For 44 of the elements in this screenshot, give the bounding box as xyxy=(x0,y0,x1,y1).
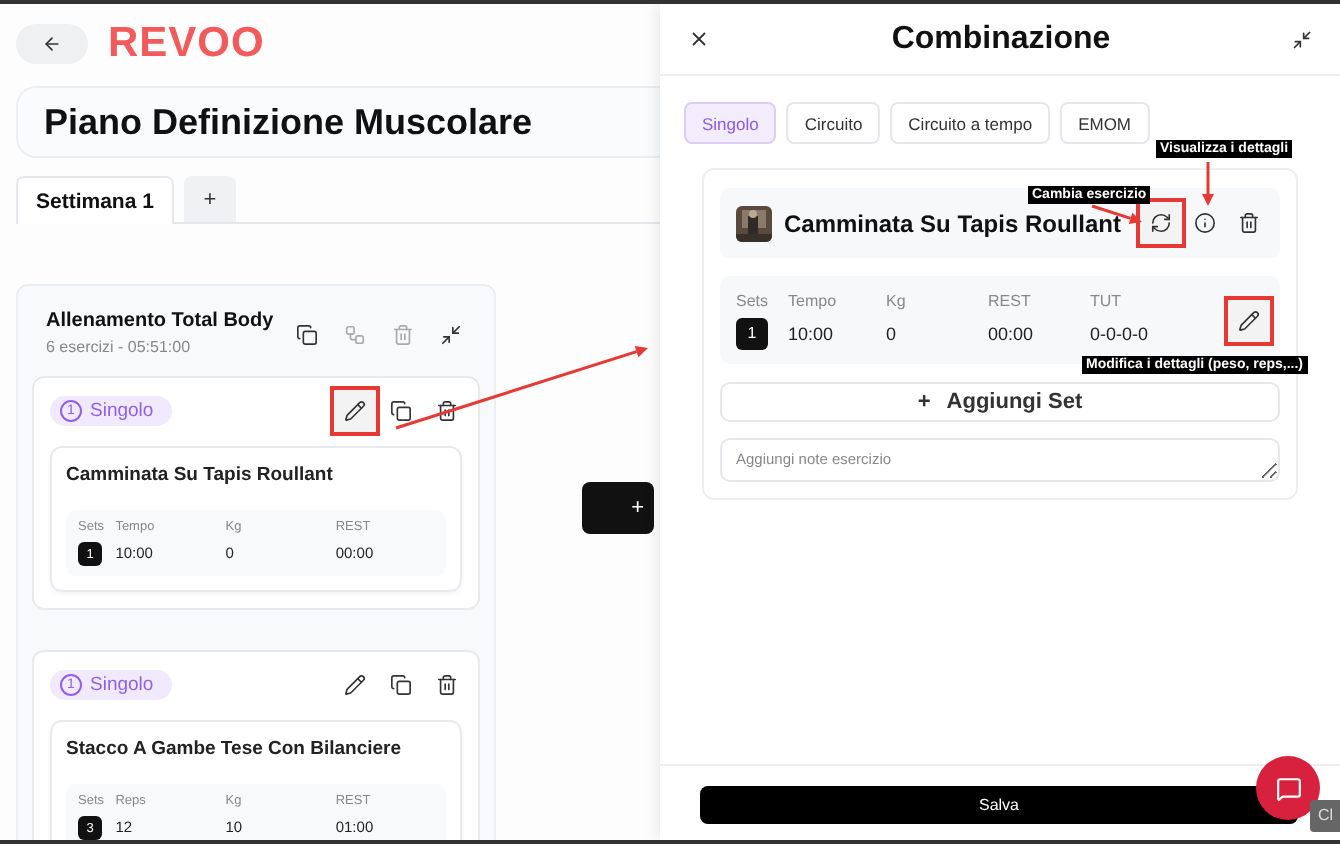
stat-value: 00:00 xyxy=(988,321,1036,347)
annotation-arrow xyxy=(1202,162,1214,206)
stat-value: 0 xyxy=(886,321,899,347)
sets-badge: 1 xyxy=(736,317,768,349)
trash-icon[interactable] xyxy=(432,670,462,700)
logo: REVOO xyxy=(108,20,265,68)
stat-label: TUT xyxy=(1090,291,1124,309)
exercise-name: Stacco A Gambe Tese Con Bilanciere xyxy=(66,738,404,760)
collapse-icon[interactable] xyxy=(436,320,466,350)
stat-label: Sets xyxy=(736,291,771,309)
mode-tab[interactable]: Circuito a tempo xyxy=(890,102,1051,144)
edit-icon[interactable] xyxy=(340,670,370,700)
back-button[interactable] xyxy=(16,24,88,64)
back-arrow-icon xyxy=(42,34,62,54)
side-tab[interactable]: Cl xyxy=(1310,800,1340,832)
add-week-button[interactable]: + xyxy=(183,176,236,222)
stat-label: Tempo xyxy=(788,291,839,309)
drawer-title: Combinazione xyxy=(891,21,1111,57)
copy-icon[interactable] xyxy=(386,396,416,426)
stat-label: Kg xyxy=(886,291,908,309)
mode-tab[interactable]: EMOM xyxy=(1060,102,1150,144)
mode-tab[interactable]: Circuito xyxy=(786,102,881,144)
refresh-icon[interactable] xyxy=(1136,198,1186,248)
week-tab[interactable]: Settimana 1 xyxy=(16,176,174,224)
mode-tab[interactable]: Singolo xyxy=(684,102,777,144)
edit-icon[interactable] xyxy=(1224,295,1274,345)
exercise-name: Camminata Su Tapis Roullant xyxy=(784,209,1121,237)
exercise-name: Camminata Su Tapis Roullant xyxy=(66,464,335,486)
copy-icon[interactable] xyxy=(386,670,416,700)
add-button[interactable]: + xyxy=(582,482,654,534)
info-icon[interactable] xyxy=(1190,208,1220,238)
edit-icon[interactable] xyxy=(330,386,380,436)
plan-title: Piano Definizione Muscolare xyxy=(44,101,533,143)
save-button[interactable]: Salva xyxy=(700,786,1298,824)
stat-value: 0-0-0-0 xyxy=(1090,321,1151,347)
trash-icon[interactable] xyxy=(1234,208,1264,238)
stat-label: REST xyxy=(988,291,1033,309)
chat-icon xyxy=(1275,775,1301,801)
copy-icon[interactable] xyxy=(292,320,322,350)
workout-title: Allenamento Total Body xyxy=(46,310,274,332)
stat-value: 10:00 xyxy=(788,321,836,347)
add-set-button[interactable]: + Aggiungi Set xyxy=(720,382,1280,422)
trash-icon[interactable] xyxy=(432,396,462,426)
workout-subtitle: 6 esercizi - 05:51:00 xyxy=(46,338,193,356)
